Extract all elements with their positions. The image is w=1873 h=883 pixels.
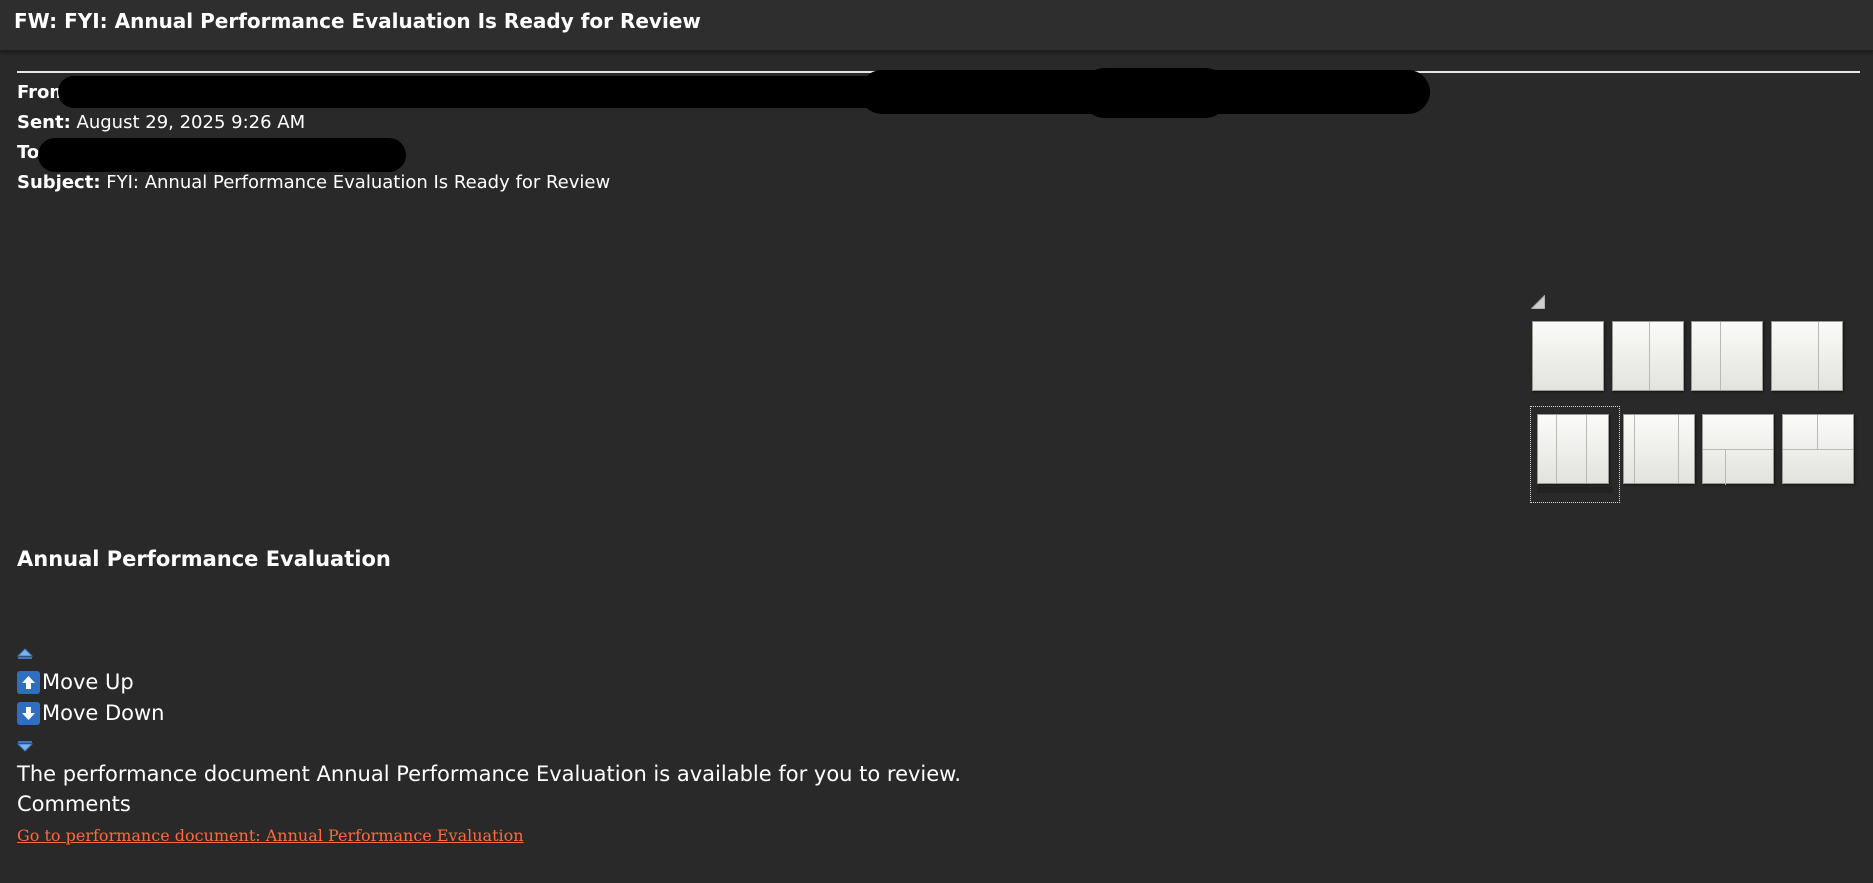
sent-line: Sent: August 29, 2025 9:26 AM bbox=[17, 112, 305, 133]
move-down-row[interactable]: Move Down bbox=[17, 700, 165, 726]
section-title: Annual Performance Evaluation bbox=[17, 547, 391, 571]
layout-two-columns-right-narrow[interactable] bbox=[1612, 321, 1684, 391]
window-titlebar: FW: FYI: Annual Performance Evaluation I… bbox=[0, 0, 1873, 51]
subject-label: Subject: bbox=[17, 172, 101, 193]
layout-three-columns[interactable] bbox=[1537, 414, 1609, 484]
layout-header-two-columns[interactable] bbox=[1702, 414, 1774, 485]
to-label: To bbox=[17, 142, 40, 163]
arrow-down-icon[interactable] bbox=[17, 701, 40, 725]
performance-document-link[interactable]: Go to performance document: Annual Perfo… bbox=[17, 826, 524, 845]
redaction-to bbox=[38, 138, 406, 172]
subject-value: FYI: Annual Performance Evaluation Is Re… bbox=[106, 172, 611, 193]
layout-two-columns-left-narrow[interactable] bbox=[1691, 321, 1763, 391]
layout-two-columns-right-narrow-alt[interactable] bbox=[1771, 321, 1843, 391]
move-up-label[interactable]: Move Up bbox=[42, 670, 134, 694]
collapse-down-icon[interactable] bbox=[17, 740, 33, 752]
resize-corner-icon[interactable] bbox=[1531, 295, 1545, 309]
subject-line: Subject: FYI: Annual Performance Evaluat… bbox=[17, 172, 610, 193]
move-up-row[interactable]: Move Up bbox=[17, 669, 134, 695]
arrow-up-icon[interactable] bbox=[17, 670, 40, 694]
layout-one-column[interactable] bbox=[1532, 321, 1604, 391]
layout-two-columns-wide-center[interactable] bbox=[1623, 414, 1695, 484]
layout-two-columns-footer[interactable] bbox=[1782, 414, 1854, 484]
collapse-up-icon[interactable] bbox=[17, 648, 33, 660]
move-down-label[interactable]: Move Down bbox=[42, 701, 165, 725]
comments-label: Comments bbox=[17, 792, 131, 816]
window-title: FW: FYI: Annual Performance Evaluation I… bbox=[14, 9, 701, 33]
sent-label: Sent: bbox=[17, 112, 71, 133]
sent-value: August 29, 2025 9:26 AM bbox=[76, 112, 306, 133]
to-line: To bbox=[17, 142, 39, 163]
message-text: The performance document Annual Performa… bbox=[17, 762, 962, 786]
